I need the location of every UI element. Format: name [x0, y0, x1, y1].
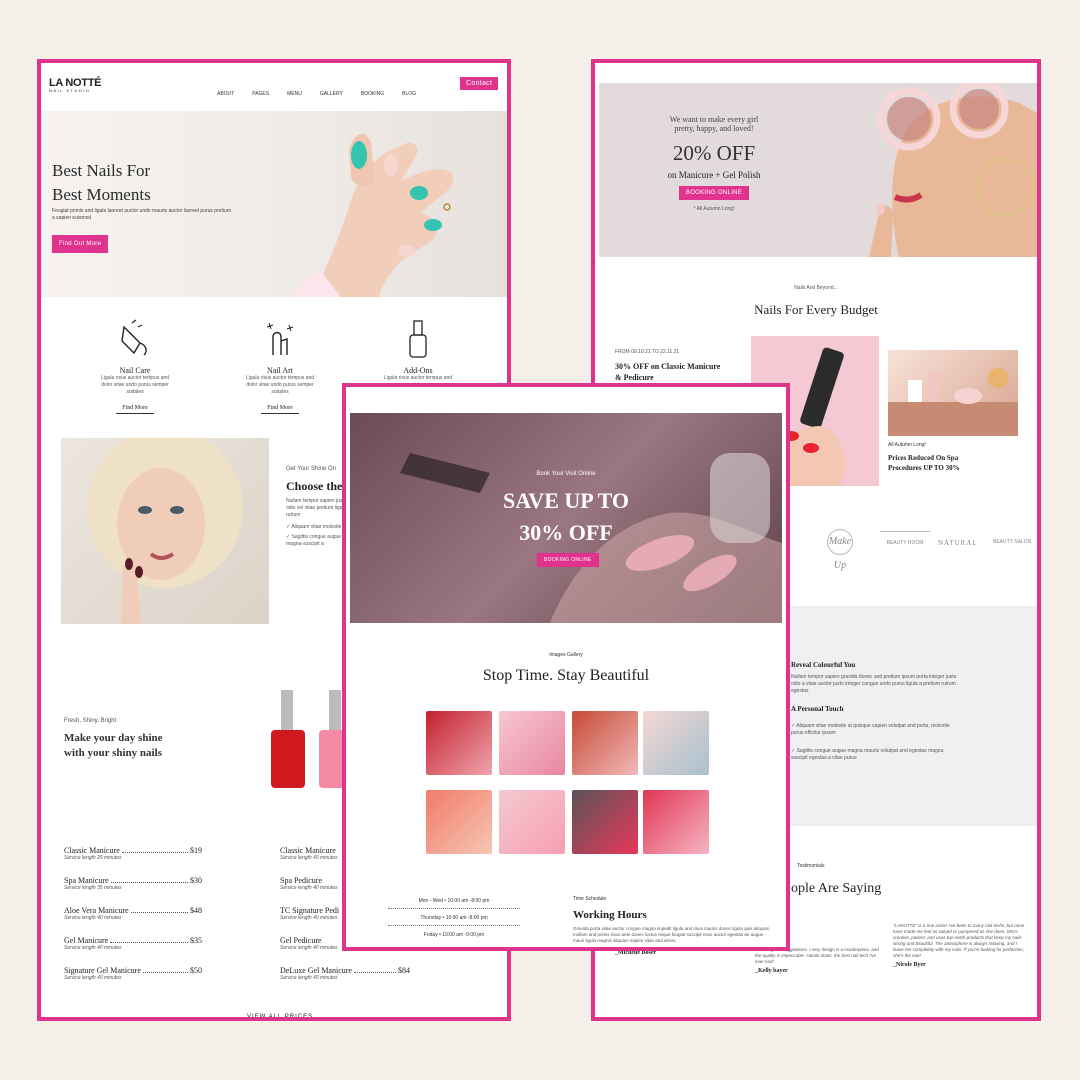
- testimonial-card: "LANOTTE" is a true oasis! I've been to …: [893, 923, 1025, 968]
- service-nail-care: Nail Care Ligula risus auctor tempus and…: [95, 319, 175, 414]
- nav-blog[interactable]: BLOG: [402, 91, 416, 97]
- brand-logo-beauty-salon: BEAUTY SALON: [993, 539, 1032, 545]
- testimonials-title: ople Are Saying: [791, 881, 882, 896]
- save-hero-kicker: Book Your Visit Online: [536, 471, 596, 477]
- bullet-item: ✓ Sagittis congue augue magna mauris vol…: [791, 748, 944, 761]
- find-more-link[interactable]: Find More: [116, 405, 154, 414]
- promo-copy: We want to make every girl pretty, happy…: [599, 115, 829, 213]
- price-item: DeLuxe Gel Manicure $84 Service length 40 …: [280, 966, 410, 981]
- testimonials-kicker: Testimonials: [797, 863, 825, 869]
- service-title: Nail Art: [267, 366, 293, 375]
- hours-row: Mon - Wed • 10:00 am -8:00 pm: [388, 895, 520, 909]
- service-title: Nail Care: [119, 366, 151, 375]
- gallery-thumb[interactable]: [572, 790, 638, 854]
- service-nail-art: Nail Art Ligula risus auctor tempus and …: [240, 319, 320, 414]
- gallery-thumb[interactable]: [499, 711, 565, 775]
- nav-gallery[interactable]: GALLERY: [320, 91, 343, 97]
- offer-title: 30% OFF on Classic Manicure & Pedicure: [615, 362, 721, 382]
- price-item: Signature Gel Manicure $50 Service length …: [64, 966, 202, 981]
- contact-button[interactable]: Contact: [460, 77, 499, 90]
- hours-row: Thursday • 10:00 am -8:00 pm: [388, 909, 520, 926]
- price-list-left: Classic Manicure $19 Service length 25 min…: [64, 846, 202, 982]
- logo[interactable]: LA NOTTÉ NAIL STUDIO: [49, 77, 101, 93]
- promo-kicker: We want to make every girl: [669, 115, 759, 124]
- nav-pages[interactable]: PAGES: [252, 91, 269, 97]
- reveal-title: Reveal Colourful You: [791, 661, 856, 669]
- middle-page-mockup: Book Your Visit Online SAVE UP TO 30% OF…: [342, 383, 790, 951]
- fresh-kicker: Fresh, Shiny, Bright: [64, 718, 117, 724]
- testimonial-card: ...offers great suggestions. I very desi…: [755, 947, 881, 974]
- find-more-link[interactable]: Find More: [261, 405, 299, 414]
- card-kicker: All Autumn Long!: [888, 442, 926, 448]
- main-nav: ABOUT PAGES MENU GALLERY BOOKING BLOG: [199, 82, 416, 100]
- nav-about[interactable]: ABOUT: [217, 91, 234, 97]
- fresh-title-line-2: with your shiny nails: [64, 747, 162, 759]
- promo-banner: We want to make every girl pretty, happy…: [599, 83, 1037, 257]
- nail-care-icon: [121, 319, 147, 356]
- schedule-title: Working Hours: [573, 909, 647, 921]
- promo-note: * All Autumn Long!: [693, 206, 735, 212]
- promo-kicker: pretty, happy, and loved!: [674, 124, 754, 133]
- bullet-item: ✓ Aliquam vitae molestie at quisque sapi…: [791, 723, 950, 736]
- booking-online-button[interactable]: BOOKING ONLINE: [537, 553, 599, 567]
- testimonial-author: _Kelly bayer: [755, 968, 788, 974]
- hours-row: Friday • 10:00 am -9:00 pm: [423, 932, 485, 938]
- save-hero-title: SAVE UP TO 30% OFF: [503, 488, 629, 545]
- brand-logo-beauty-room: BEAUTY ROOM: [880, 531, 930, 546]
- service-add-ons: Add-Ons Ligula risus auctor tempus and d…: [383, 319, 453, 389]
- promo-discount: 20% OFF: [672, 141, 756, 165]
- promo-subtitle: on Manicure + Gel Polish: [667, 170, 761, 180]
- price-item: Gel Manicure $35 Service length 40 minutes: [64, 936, 202, 951]
- hand-nails-image: [291, 133, 454, 297]
- hero-title-line-1: Best Nails For: [52, 161, 151, 180]
- price-item: Spa Manicure $30 Service length 35 minutes: [64, 876, 202, 891]
- price-item: Aloe Vera Manicure $48 Service length 40 m…: [64, 906, 202, 921]
- testimonial-author: _Nicole Byer: [893, 962, 926, 968]
- price-item: Classic Manicure $19 Service length 25 min…: [64, 846, 202, 861]
- offer-date: FROM 09.10.21 TO 22.11.21: [615, 349, 680, 355]
- spa-products-image: [888, 350, 1018, 436]
- service-text: Ligula risus auctor tempus and dolor vit…: [245, 375, 315, 395]
- hero-text: Feugiat primis and ligula laoreet auctor…: [52, 208, 231, 221]
- gallery-thumb[interactable]: [426, 790, 492, 854]
- hero-title: Best Nails For Best Moments: [52, 159, 151, 207]
- booking-online-button[interactable]: BOOKING ONLINE: [678, 186, 750, 200]
- budget-title: Nails For Every Budget: [754, 302, 878, 317]
- gallery-kicker: Images Gallery: [549, 652, 583, 658]
- polish-bottles-image: [271, 690, 349, 788]
- service-text: Ligula risus auctor tempus and dolor vit…: [100, 375, 170, 395]
- budget-kicker: Nails And Beyond...: [794, 285, 838, 291]
- nail-art-icon: [266, 322, 294, 355]
- schedule-kicker: Time Schedule: [573, 896, 607, 902]
- gallery-title: Stop Time. Stay Beautiful: [482, 667, 650, 684]
- find-out-more-button[interactable]: Find Out More: [52, 235, 109, 253]
- woman-sunglasses-image: [869, 83, 1037, 257]
- reveal-text: Nullam tempor sapien gravida donec and p…: [791, 674, 957, 694]
- gallery-thumb[interactable]: [572, 711, 638, 775]
- brand-logo-makeup: Make Up: [827, 529, 853, 571]
- card-title: Prices Reduced On Spa Procedures UP TO 3…: [888, 454, 960, 472]
- fresh-title: Make your day shine with your shiny nail…: [64, 731, 163, 761]
- gallery-thumb[interactable]: [643, 790, 709, 854]
- schedule-text: Gravida porta vitae auctor congue magna …: [573, 926, 770, 943]
- fresh-title-line-1: Make your day shine: [64, 732, 163, 744]
- save-hero-banner: Book Your Visit Online SAVE UP TO 30% OF…: [350, 413, 782, 623]
- gallery-thumb[interactable]: [499, 790, 565, 854]
- model-portrait-image: [61, 438, 269, 624]
- gallery-thumb[interactable]: [426, 711, 492, 775]
- hero-banner: Best Nails For Best Moments Feugiat prim…: [41, 111, 507, 297]
- hours-list: Mon - Wed • 10:00 am -8:00 pm Thursday •…: [388, 895, 520, 942]
- polish-bottle-icon: [409, 320, 427, 358]
- nav-menu[interactable]: MENU: [287, 91, 302, 97]
- service-title: Add-Ons: [403, 366, 433, 375]
- gallery-thumb[interactable]: [643, 711, 709, 775]
- personal-touch-title: A Personal Touch: [791, 705, 844, 713]
- hero-title-line-2: Best Moments: [52, 185, 151, 204]
- nav-booking[interactable]: BOOKING: [361, 91, 384, 97]
- view-all-prices-link[interactable]: VIEW ALL PRICES: [247, 1014, 313, 1017]
- brand-logo-natural: NATURAL: [938, 539, 978, 547]
